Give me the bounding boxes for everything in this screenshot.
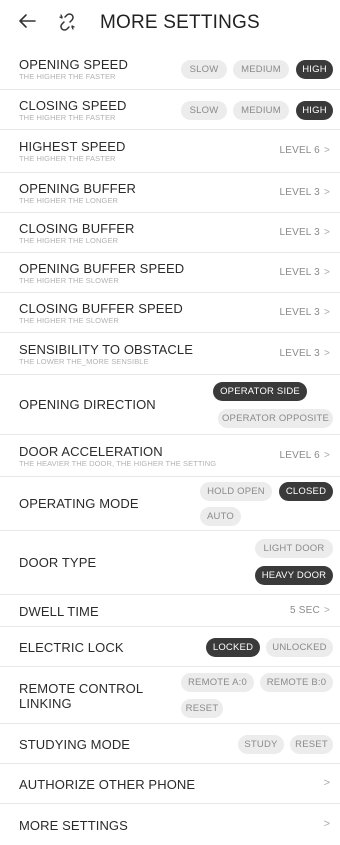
chevron-right-icon: > [323,267,330,278]
unlink-icon[interactable] [56,11,80,35]
closing-buffer-row[interactable]: CLOSING BUFFER THE HIGHER THE LONGER LEV… [0,213,340,253]
heavy-door-button[interactable]: HEAVY DOOR [255,566,333,585]
remote-control-label-line2: LINKING [19,696,72,711]
opening-direction-label: OPENING DIRECTION [19,397,156,412]
remote-a-button[interactable]: REMOTE A:0 [181,673,254,692]
opening-buffer-speed-value[interactable]: LEVEL 3 > [279,267,330,278]
dwell-time-value-text: 5 SEC [290,605,320,616]
door-type-label: DOOR TYPE [19,555,97,570]
opening-buffer-row[interactable]: OPENING BUFFER THE HIGHER THE LONGER LEV… [0,173,340,213]
chevron-right-icon: > [323,227,330,238]
opening-speed-hint: THE HIGHER THE FASTER [19,72,116,81]
door-acceleration-hint: THE HEAVIER THE DOOR, THE HIGHER THE SET… [19,459,217,468]
remote-control-linking-row: REMOTE CONTROL LINKING REMOTE A:0 REMOTE… [0,667,340,724]
closing-buffer-hint: THE HIGHER THE LONGER [19,236,119,245]
electric-lock-label: ELECTRIC LOCK [19,640,124,655]
unlocked-button[interactable]: UNLOCKED [266,638,333,657]
closing-buffer-value[interactable]: LEVEL 3 > [279,227,330,238]
operator-opposite-button[interactable]: OPERATOR OPPOSITE [218,409,333,428]
opening-buffer-value-text: LEVEL 3 [279,187,320,198]
door-acceleration-row[interactable]: DOOR ACCELERATION THE HEAVIER THE DOOR, … [0,435,340,477]
hold-open-button[interactable]: HOLD OPEN [200,482,272,501]
door-type-row: DOOR TYPE LIGHT DOOR HEAVY DOOR [0,531,340,595]
opening-buffer-speed-hint: THE HIGHER THE SLOWER [19,276,119,285]
dwell-time-row[interactable]: DWELL TIME 5 SEC > [0,595,340,627]
closing-speed-high-button[interactable]: HIGH [296,101,333,120]
opening-buffer-speed-value-text: LEVEL 3 [279,267,320,278]
header: MORE SETTINGS [0,0,340,46]
closing-buffer-label: CLOSING BUFFER [19,221,135,236]
closing-speed-slow-button[interactable]: SLOW [181,101,227,120]
closing-buffer-speed-row[interactable]: CLOSING BUFFER SPEED THE HIGHER THE SLOW… [0,293,340,333]
study-reset-button[interactable]: RESET [290,735,333,754]
sensibility-value[interactable]: LEVEL 3 > [279,348,330,359]
opening-buffer-value[interactable]: LEVEL 3 > [279,187,330,198]
sensibility-hint: THE LOWER THE_MORE SENSIBLE [19,357,149,366]
chevron-right-icon: > [323,307,330,318]
chevron-right-icon: > [323,145,330,156]
closing-speed-medium-button[interactable]: MEDIUM [233,101,289,120]
electric-lock-row: ELECTRIC LOCK LOCKED UNLOCKED [0,627,340,667]
door-acceleration-label: DOOR ACCELERATION [19,444,163,459]
opening-buffer-label: OPENING BUFFER [19,181,136,196]
dwell-time-value[interactable]: 5 SEC > [290,605,330,616]
arrow-left-icon[interactable] [18,13,44,33]
study-button[interactable]: STUDY [238,735,284,754]
chevron-right-icon: > [323,777,330,789]
closing-speed-label: CLOSING SPEED [19,98,127,113]
highest-speed-value-text: LEVEL 6 [279,145,320,156]
door-acceleration-value[interactable]: LEVEL 6 > [279,450,330,461]
closing-buffer-speed-value[interactable]: LEVEL 3 > [279,307,330,318]
remote-reset-button[interactable]: RESET [181,699,223,718]
opening-speed-row: OPENING SPEED THE HIGHER THE FASTER SLOW… [0,48,340,90]
closed-button[interactable]: CLOSED [279,482,333,501]
highest-speed-hint: THE HIGHER THE FASTER [19,154,116,163]
chevron-right-icon: > [323,818,330,830]
auto-button[interactable]: AUTO [200,507,241,526]
chevron-right-icon: > [323,605,330,616]
closing-speed-row: CLOSING SPEED THE HIGHER THE FASTER SLOW… [0,90,340,130]
opening-speed-medium-button[interactable]: MEDIUM [233,60,289,79]
door-acceleration-value-text: LEVEL 6 [279,450,320,461]
opening-speed-slow-button[interactable]: SLOW [181,60,227,79]
locked-button[interactable]: LOCKED [206,638,260,657]
closing-buffer-value-text: LEVEL 3 [279,227,320,238]
authorize-other-phone-label: AUTHORIZE OTHER PHONE [19,777,196,792]
sensibility-row[interactable]: SENSIBILITY TO OBSTACLE THE LOWER THE_MO… [0,333,340,375]
closing-buffer-speed-value-text: LEVEL 3 [279,307,320,318]
highest-speed-value[interactable]: LEVEL 6 > [279,145,330,156]
operating-mode-row: OPERATING MODE HOLD OPEN CLOSED AUTO [0,477,340,531]
chevron-right-icon: > [323,187,330,198]
operating-mode-label: OPERATING MODE [19,496,139,511]
sensibility-label: SENSIBILITY TO OBSTACLE [19,342,194,357]
studying-mode-label: STUDYING MODE [19,737,131,752]
studying-mode-row: STUDYING MODE STUDY RESET [0,724,340,764]
remote-b-button[interactable]: REMOTE B:0 [260,673,333,692]
more-settings-label: MORE SETTINGS [19,818,128,833]
opening-speed-label: OPENING SPEED [19,57,128,72]
highest-speed-row[interactable]: HIGHEST SPEED THE HIGHER THE FASTER LEVE… [0,130,340,173]
sensibility-value-text: LEVEL 3 [279,348,320,359]
opening-buffer-speed-label: OPENING BUFFER SPEED [19,261,185,276]
more-settings-row[interactable]: MORE SETTINGS > [0,804,340,845]
opening-buffer-hint: THE HIGHER THE LONGER [19,196,119,205]
opening-buffer-speed-row[interactable]: OPENING BUFFER SPEED THE HIGHER THE SLOW… [0,253,340,293]
highest-speed-label: HIGHEST SPEED [19,139,126,154]
opening-direction-row: OPENING DIRECTION OPERATOR SIDE OPERATOR… [0,375,340,435]
opening-speed-high-button[interactable]: HIGH [296,60,333,79]
remote-control-label-line1: REMOTE CONTROL [19,681,144,696]
closing-speed-hint: THE HIGHER THE FASTER [19,113,116,122]
closing-buffer-speed-label: CLOSING BUFFER SPEED [19,301,183,316]
dwell-time-label: DWELL TIME [19,604,99,619]
page-title: MORE SETTINGS [100,12,260,33]
chevron-right-icon: > [323,348,330,359]
operator-side-button[interactable]: OPERATOR SIDE [213,382,307,401]
authorize-other-phone-row[interactable]: AUTHORIZE OTHER PHONE > [0,764,340,804]
closing-buffer-speed-hint: THE HIGHER THE SLOWER [19,316,119,325]
chevron-right-icon: > [323,450,330,461]
light-door-button[interactable]: LIGHT DOOR [255,539,333,558]
